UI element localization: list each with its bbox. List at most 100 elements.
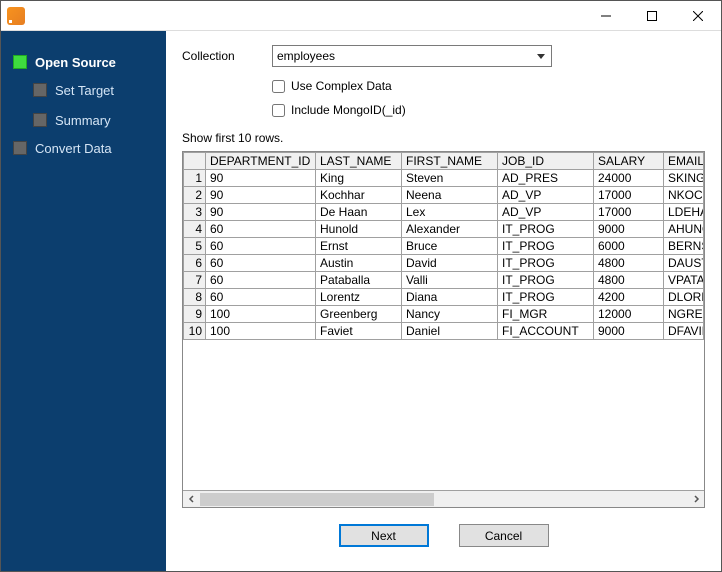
next-button[interactable]: Next (339, 524, 429, 547)
step-indicator-icon (33, 113, 47, 127)
collection-label: Collection (182, 49, 272, 63)
wizard-sidebar: Open Source Set Target Summary Convert D… (1, 31, 166, 571)
cell: David (402, 255, 498, 272)
cell: 9000 (594, 323, 664, 340)
step-summary[interactable]: Summary (1, 105, 166, 135)
step-indicator-icon (13, 141, 27, 155)
cell: 90 (206, 170, 316, 187)
cell: 12000 (594, 306, 664, 323)
column-header[interactable]: SALARY (594, 153, 664, 170)
cell: VPATABAL (664, 272, 704, 289)
table-row[interactable]: 760PataballaValliIT_PROG4800VPATABAL (184, 272, 704, 289)
cell: IT_PROG (498, 272, 594, 289)
window-controls (583, 1, 721, 31)
scrollbar-track[interactable] (200, 491, 687, 508)
cell: AD_VP (498, 204, 594, 221)
cell: Neena (402, 187, 498, 204)
cell: 17000 (594, 204, 664, 221)
row-number: 7 (184, 272, 206, 289)
table-row[interactable]: 460HunoldAlexanderIT_PROG9000AHUNOLD (184, 221, 704, 238)
column-header[interactable]: DEPARTMENT_ID (206, 153, 316, 170)
collection-dropdown[interactable]: employees (272, 45, 552, 67)
cell: 90 (206, 204, 316, 221)
row-number: 2 (184, 187, 206, 204)
cell: Nancy (402, 306, 498, 323)
cell: Daniel (402, 323, 498, 340)
app-icon (7, 7, 25, 25)
cell: DLORENTZ (664, 289, 704, 306)
scrollbar-thumb[interactable] (200, 493, 434, 506)
cell: 4800 (594, 272, 664, 289)
next-button-label: Next (371, 529, 396, 543)
cell: Steven (402, 170, 498, 187)
cell: 100 (206, 306, 316, 323)
row-number: 9 (184, 306, 206, 323)
scroll-right-icon[interactable] (687, 491, 704, 508)
titlebar (1, 1, 721, 31)
cell: IT_PROG (498, 238, 594, 255)
use-complex-data-label: Use Complex Data (291, 79, 392, 93)
data-grid: DEPARTMENT_IDLAST_NAMEFIRST_NAMEJOB_IDSA… (182, 151, 705, 508)
cell: Diana (402, 289, 498, 306)
cell: NKOCHHAR (664, 187, 704, 204)
maximize-button[interactable] (629, 1, 675, 31)
row-number: 8 (184, 289, 206, 306)
row-number: 10 (184, 323, 206, 340)
content-panel: Collection employees Use Complex Data In… (166, 31, 721, 571)
horizontal-scrollbar[interactable] (183, 490, 704, 507)
step-convert-data[interactable]: Convert Data (1, 135, 166, 161)
row-number: 5 (184, 238, 206, 255)
table-row[interactable]: 860LorentzDianaIT_PROG4200DLORENTZ (184, 289, 704, 306)
close-button[interactable] (675, 1, 721, 31)
cell: IT_PROG (498, 255, 594, 272)
table-row[interactable]: 390De HaanLexAD_VP17000LDEHAAN (184, 204, 704, 221)
cell: Hunold (316, 221, 402, 238)
step-open-source[interactable]: Open Source (1, 49, 166, 75)
row-number: 6 (184, 255, 206, 272)
column-header[interactable]: LAST_NAME (316, 153, 402, 170)
table-row[interactable]: 290KochharNeenaAD_VP17000NKOCHHAR (184, 187, 704, 204)
step-set-target[interactable]: Set Target (1, 75, 166, 105)
scroll-left-icon[interactable] (183, 491, 200, 508)
use-complex-data-checkbox[interactable] (272, 80, 285, 93)
data-table: DEPARTMENT_IDLAST_NAMEFIRST_NAMEJOB_IDSA… (183, 152, 704, 340)
table-row[interactable]: 660AustinDavidIT_PROG4800DAUSTIN (184, 255, 704, 272)
table-row[interactable]: 9100GreenbergNancyFI_MGR12000NGREENBE (184, 306, 704, 323)
row-count-caption: Show first 10 rows. (182, 131, 705, 145)
cell: 9000 (594, 221, 664, 238)
cell: Pataballa (316, 272, 402, 289)
table-row[interactable]: 560ErnstBruceIT_PROG6000BERNST (184, 238, 704, 255)
step-label: Set Target (55, 83, 114, 98)
row-header-blank (184, 153, 206, 170)
step-label: Convert Data (35, 141, 112, 156)
cell: 6000 (594, 238, 664, 255)
cell: SKING (664, 170, 704, 187)
row-number: 3 (184, 204, 206, 221)
cell: 17000 (594, 187, 664, 204)
column-header[interactable]: JOB_ID (498, 153, 594, 170)
step-indicator-icon (33, 83, 47, 97)
cell: BERNST (664, 238, 704, 255)
cancel-button-label: Cancel (485, 529, 522, 543)
cancel-button[interactable]: Cancel (459, 524, 549, 547)
cell: DFAVIET (664, 323, 704, 340)
cell: Kochhar (316, 187, 402, 204)
column-header[interactable]: FIRST_NAME (402, 153, 498, 170)
table-row[interactable]: 190KingStevenAD_PRES24000SKING (184, 170, 704, 187)
cell: IT_PROG (498, 289, 594, 306)
cell: 60 (206, 272, 316, 289)
cell: Bruce (402, 238, 498, 255)
cell: Valli (402, 272, 498, 289)
cell: King (316, 170, 402, 187)
cell: 60 (206, 255, 316, 272)
row-number: 1 (184, 170, 206, 187)
cell: 4800 (594, 255, 664, 272)
table-row[interactable]: 10100FavietDanielFI_ACCOUNT9000DFAVIET (184, 323, 704, 340)
cell: 24000 (594, 170, 664, 187)
minimize-button[interactable] (583, 1, 629, 31)
column-header[interactable]: EMAIL (664, 153, 704, 170)
cell: AD_VP (498, 187, 594, 204)
include-mongoid-checkbox[interactable] (272, 104, 285, 117)
collection-value: employees (277, 49, 335, 63)
cell: DAUSTIN (664, 255, 704, 272)
